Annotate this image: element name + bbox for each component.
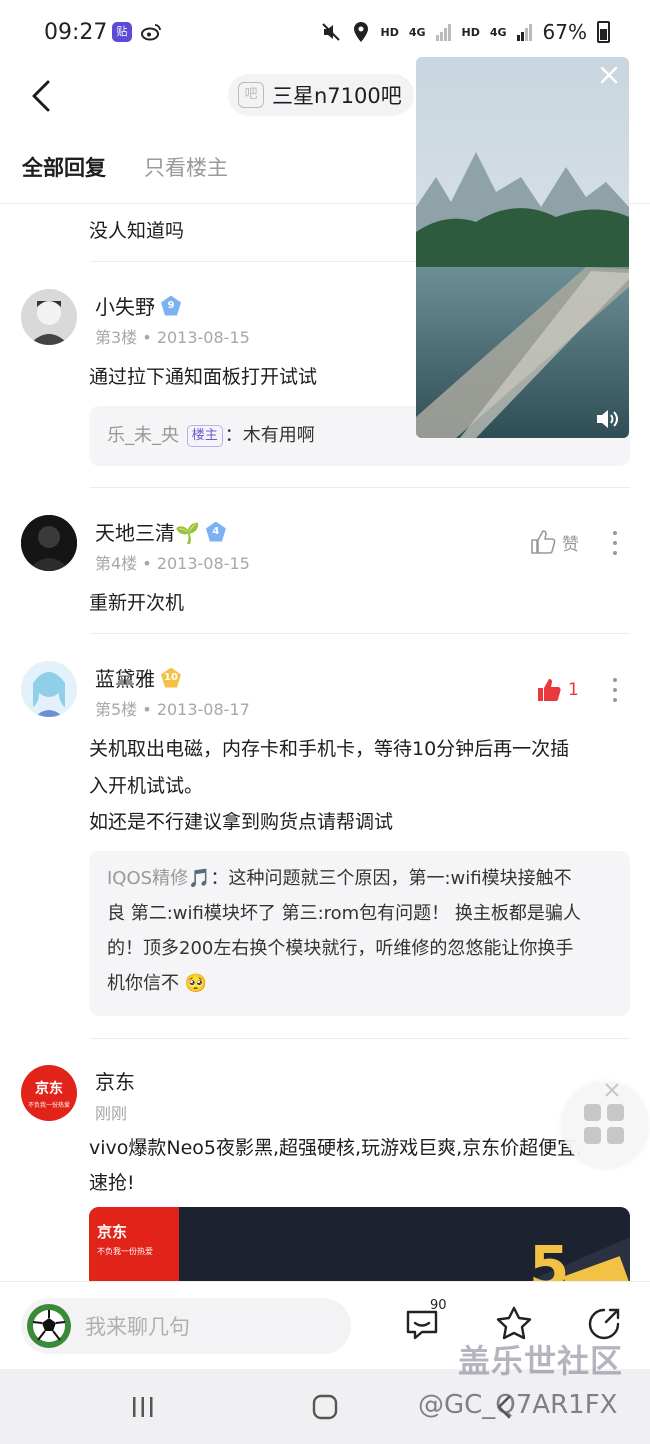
- home-icon[interactable]: [312, 1394, 338, 1420]
- comment-count: 90: [430, 1298, 447, 1313]
- forum-chip[interactable]: 吧 三星n7100吧: [228, 74, 414, 116]
- floor-label: 第4楼: [95, 554, 138, 573]
- floating-video[interactable]: [416, 57, 629, 438]
- avatar[interactable]: [21, 515, 77, 571]
- post-username[interactable]: 小失野 9: [95, 291, 181, 320]
- username-text: 小失野: [95, 295, 155, 319]
- ad-brand-name[interactable]: 京东: [95, 1066, 135, 1095]
- more-options-icon[interactable]: [606, 675, 624, 705]
- post-text: 没人知道吗: [89, 220, 185, 242]
- tab-all-replies[interactable]: 全部回复: [22, 152, 106, 182]
- level-badge: 10: [161, 667, 181, 688]
- username-text: 蓝黛雅: [95, 667, 155, 691]
- avatar[interactable]: [21, 661, 77, 717]
- reply-input[interactable]: 我来聊几句: [21, 1298, 351, 1354]
- ad-time: 刚刚: [95, 1104, 128, 1123]
- watermark-text: 盖乐世社区: [458, 1342, 624, 1380]
- post-text: 通过拉下通知面板打开试试: [89, 366, 318, 388]
- location-icon: [354, 22, 369, 42]
- tieba-icon: 贴: [112, 22, 132, 42]
- ad-badge-text: 京东: [35, 1081, 63, 1097]
- battery-percent: 67%: [542, 20, 587, 44]
- post-date: 2013-08-15: [156, 328, 250, 347]
- network-label-2: 4G: [489, 25, 507, 39]
- watermark-handle: @GC_Q7AR1FX: [418, 1390, 618, 1420]
- volume-icon[interactable]: [595, 408, 621, 430]
- hd-label-2: HD: [461, 25, 480, 39]
- floor-label: 第3楼: [95, 328, 138, 347]
- network-label-1: 4G: [408, 25, 426, 39]
- ad-text-line: 速抢!: [89, 1172, 135, 1194]
- post-text-line: 入开机试试。: [89, 775, 204, 797]
- close-icon[interactable]: [597, 63, 621, 87]
- signal-icon-2: [516, 24, 532, 41]
- video-frame: [416, 57, 629, 438]
- sub-reply[interactable]: IQOS精修🎵：这种问题就三个原因，第一:wifi模块接触不 良 第二:wifi…: [89, 851, 630, 1016]
- reply-username[interactable]: 乐_未_央: [107, 425, 179, 446]
- more-options-icon[interactable]: [606, 528, 624, 558]
- forum-icon: 吧: [238, 82, 264, 108]
- username-text: 天地三清🌱: [95, 521, 200, 545]
- like-label: 赞: [562, 534, 579, 555]
- reply-input-placeholder: 我来聊几句: [85, 1315, 190, 1339]
- post-username[interactable]: 天地三清🌱 4: [95, 517, 226, 546]
- post-date: 2013-08-17: [156, 700, 250, 719]
- floor-label: 第5楼: [95, 700, 138, 719]
- post-text-line: 如还是不行建议拿到购货点请帮调试: [89, 811, 394, 833]
- post-text-line: 关机取出电磁，内存卡和手机卡，等待10分钟后再一次插: [89, 738, 570, 760]
- battery-icon: [597, 21, 610, 43]
- post-divider: [90, 487, 630, 488]
- post-date: 2013-08-15: [156, 554, 250, 573]
- mute-icon: [322, 23, 341, 41]
- level-badge: 9: [161, 295, 181, 316]
- reply-username[interactable]: IQOS精修🎵: [107, 868, 210, 889]
- like-count: 1: [568, 680, 579, 700]
- ad-badge-sub: 不负我一份热爱: [27, 1102, 70, 1109]
- reply-text-line: 的！顶多200左右换个模块就行，听维修的忽悠能让你换手: [107, 938, 574, 959]
- signal-icon: [435, 24, 451, 41]
- post-meta: 第3楼 • 2013-08-15: [95, 328, 250, 347]
- reply-text-line: 机你信不 🥺: [107, 973, 208, 994]
- tab-owner-only[interactable]: 只看楼主: [144, 152, 228, 182]
- my-avatar: [27, 1304, 71, 1348]
- thumbs-up-icon: [531, 530, 556, 554]
- thumbs-up-filled-icon: [538, 679, 561, 701]
- weibo-icon: [141, 24, 161, 41]
- hd-label-1: HD: [380, 25, 399, 39]
- like-button[interactable]: 1: [536, 677, 579, 703]
- reply-text: ：木有用啊: [224, 425, 315, 446]
- avatar[interactable]: [21, 289, 77, 345]
- post-text: 重新开次机: [89, 592, 185, 614]
- ad-brand-avatar[interactable]: 京东 不负我一份热爱: [21, 1065, 77, 1121]
- floating-menu-button[interactable]: [562, 1082, 648, 1168]
- post-divider: [90, 633, 630, 634]
- status-time: 09:27: [44, 20, 108, 45]
- reply-tabs: 全部回复 只看楼主: [22, 152, 228, 182]
- owner-badge: 楼主: [186, 425, 223, 447]
- like-button[interactable]: 赞: [530, 529, 579, 555]
- reply-text-line: ：这种问题就三个原因，第一:wifi模块接触不: [210, 868, 572, 889]
- post-meta: 第5楼 • 2013-08-17: [95, 700, 250, 719]
- close-icon[interactable]: [602, 1080, 622, 1100]
- forum-name: 三星n7100吧: [272, 84, 402, 108]
- ad-text-line: vivo爆款Neo5夜影黑,超强硬核,玩游戏巨爽,京东价超便宜,: [89, 1137, 583, 1159]
- recent-apps-icon[interactable]: [130, 1395, 156, 1419]
- post-meta: 第4楼 • 2013-08-15: [95, 554, 250, 573]
- reply-text-line: 良 第二:wifi模块坏了 第三:rom包有问题！ 换主板都是骗人: [107, 903, 581, 924]
- post-username[interactable]: 蓝黛雅 10: [95, 663, 181, 692]
- back-button[interactable]: [24, 76, 64, 116]
- level-badge: 4: [205, 521, 226, 542]
- post-divider: [90, 1038, 630, 1039]
